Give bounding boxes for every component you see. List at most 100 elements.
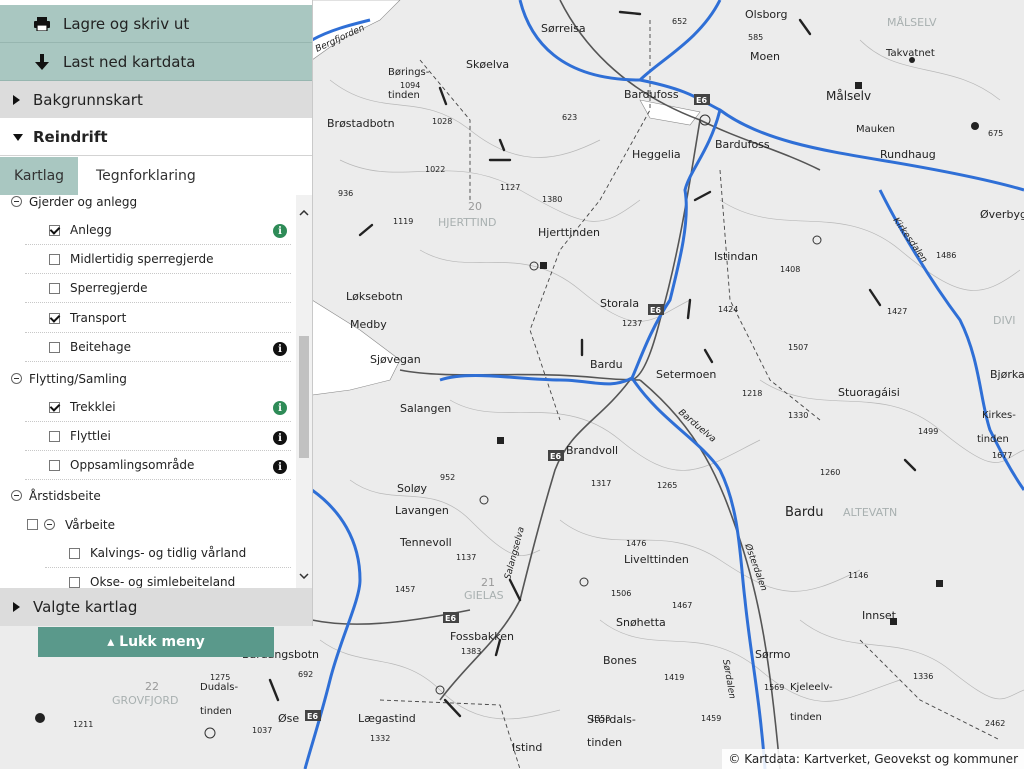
svg-text:623: 623 <box>562 113 577 122</box>
svg-text:1459: 1459 <box>701 714 721 723</box>
layer-checkbox[interactable] <box>49 282 60 294</box>
collapse-icon[interactable] <box>11 490 22 501</box>
layer-item-okse-simle[interactable]: Okse- og simlebeiteland <box>45 568 291 588</box>
road-shield: E6 <box>696 96 707 105</box>
layer-label: Trekklei <box>70 400 116 414</box>
layer-tabs: Kartlag Tegnforklaring <box>0 157 312 196</box>
layer-group-flytting[interactable]: Flytting/Samling <box>11 364 291 393</box>
layer-item-sperregjerde[interactable]: Sperregjerde <box>25 274 291 303</box>
info-icon[interactable]: i <box>273 460 287 474</box>
scrollbar-thumb[interactable] <box>299 336 309 458</box>
layer-label: Kalvings- og tidlig vårland <box>90 546 247 560</box>
print-save-button[interactable]: Lagre og skriv ut <box>0 5 312 43</box>
layer-checkbox[interactable] <box>27 519 38 530</box>
layer-subgroup-varbeite[interactable]: Vårbeite <box>27 510 291 539</box>
svg-text:Lavangen: Lavangen <box>395 504 449 517</box>
svg-text:Løksebotn: Løksebotn <box>346 290 403 303</box>
svg-text:GROVFJORD: GROVFJORD <box>112 694 179 707</box>
svg-text:Børings-: Børings- <box>388 67 430 78</box>
svg-text:1507: 1507 <box>788 343 808 352</box>
svg-text:Sjøvegan: Sjøvegan <box>370 353 421 366</box>
svg-text:1457: 1457 <box>395 585 415 594</box>
side-menu-panel: Lagre og skriv ut Last ned kartdata Bakg… <box>0 0 313 626</box>
section-reindrift[interactable]: Reindrift <box>0 119 312 156</box>
layer-item-trekklei[interactable]: Trekklei <box>25 393 291 422</box>
svg-text:Kirkes-: Kirkes- <box>982 410 1016 421</box>
info-icon[interactable]: i <box>273 224 287 238</box>
collapse-icon[interactable] <box>11 196 22 207</box>
info-icon[interactable]: i <box>273 342 287 356</box>
download-arrow-icon <box>31 53 53 70</box>
caret-down-icon <box>13 133 23 141</box>
tab-tegnforklaring[interactable]: Tegnforklaring <box>96 157 196 195</box>
layer-group-arstidsbeite[interactable]: Årstidsbeite <box>11 481 291 510</box>
collapse-icon[interactable] <box>44 519 55 530</box>
download-map-data-button[interactable]: Last ned kartdata <box>0 43 312 81</box>
layer-item-kalving[interactable]: Kalvings- og tidlig vårland <box>45 539 291 568</box>
svg-text:HJERTTIND: HJERTTIND <box>438 216 497 229</box>
layer-group-label: Flytting/Samling <box>29 371 127 386</box>
layer-checkbox[interactable] <box>49 253 60 265</box>
svg-text:Skøelva: Skøelva <box>466 58 509 71</box>
caret-right-icon <box>13 94 23 105</box>
scroll-down-icon[interactable] <box>299 564 309 583</box>
svg-text:Olsborg: Olsborg <box>745 8 787 21</box>
layer-checkbox[interactable] <box>49 312 60 324</box>
layer-item-transport[interactable]: Transport <box>25 304 291 333</box>
svg-text:Målselv: Målselv <box>826 89 871 103</box>
svg-text:Brandvoll: Brandvoll <box>566 444 618 457</box>
layer-checkbox[interactable] <box>49 459 60 471</box>
svg-text:692: 692 <box>298 670 313 679</box>
scroll-up-icon[interactable] <box>299 201 309 220</box>
svg-text:Moen: Moen <box>750 50 780 63</box>
svg-text:1569: 1569 <box>764 683 784 692</box>
svg-text:1424: 1424 <box>718 305 738 314</box>
layer-item-midlertidig-sperregjerde[interactable]: Midlertidig sperregjerde <box>25 245 291 274</box>
layer-group-label: Gjerder og anlegg <box>29 195 138 209</box>
road-shield: E6 <box>550 452 561 461</box>
svg-text:Innset: Innset <box>862 609 897 622</box>
layer-label: Oppsamlingsområde <box>70 458 195 472</box>
layer-checkbox[interactable] <box>69 547 80 559</box>
caret-right-icon <box>13 602 23 612</box>
svg-text:tinden: tinden <box>388 90 420 101</box>
layer-checkbox[interactable] <box>69 576 80 588</box>
svg-text:ALTEVATN: ALTEVATN <box>843 506 897 519</box>
tab-kartlag[interactable]: Kartlag <box>0 157 78 195</box>
section-selected-layers[interactable]: Valgte kartlag <box>0 588 312 626</box>
layer-item-anlegg[interactable]: Anlegg <box>25 216 291 245</box>
layer-item-beitehage[interactable]: Beitehage <box>25 333 291 362</box>
svg-text:Sørreisa: Sørreisa <box>541 22 586 35</box>
print-save-label: Lagre og skriv ut <box>63 14 190 33</box>
svg-text:Lægastind: Lægastind <box>358 712 416 725</box>
svg-text:1037: 1037 <box>252 726 272 735</box>
tab-tegnforklaring-label: Tegnforklaring <box>96 168 196 184</box>
layer-checkbox[interactable] <box>49 430 60 442</box>
layer-item-oppsamlingsomrade[interactable]: Oppsamlingsområde <box>25 451 291 480</box>
svg-text:1260: 1260 <box>820 468 840 477</box>
layer-group-gjerder[interactable]: Gjerder og anlegg <box>11 195 291 216</box>
layer-checkbox[interactable] <box>49 224 60 236</box>
layer-checkbox[interactable] <box>49 341 60 353</box>
svg-text:22: 22 <box>145 680 159 693</box>
layer-list-scrollbar[interactable] <box>296 195 312 588</box>
svg-text:MÅLSELV: MÅLSELV <box>887 16 937 29</box>
svg-text:Dudals-: Dudals- <box>200 682 239 693</box>
section-background-map[interactable]: Bakgrunnskart <box>0 81 312 118</box>
info-icon[interactable]: i <box>273 431 287 445</box>
layer-item-flyttlei[interactable]: Flyttlei <box>25 422 291 451</box>
close-menu-button[interactable]: ▴ Lukk meny <box>38 627 274 657</box>
svg-text:Tennevoll: Tennevoll <box>399 536 452 549</box>
svg-text:Snøhetta: Snøhetta <box>616 616 666 629</box>
info-icon[interactable]: i <box>273 401 287 415</box>
svg-text:1358: 1358 <box>590 714 610 723</box>
svg-text:1336: 1336 <box>913 672 933 681</box>
svg-text:1094: 1094 <box>400 81 420 90</box>
svg-text:Istind: Istind <box>512 741 542 754</box>
svg-text:1677: 1677 <box>992 451 1012 460</box>
layer-list: Gjerder og anlegg Anlegg i Midlertidig s… <box>0 195 312 588</box>
svg-text:1317: 1317 <box>591 479 611 488</box>
layer-label: Transport <box>70 311 127 325</box>
layer-checkbox[interactable] <box>49 401 60 413</box>
collapse-icon[interactable] <box>11 373 22 384</box>
